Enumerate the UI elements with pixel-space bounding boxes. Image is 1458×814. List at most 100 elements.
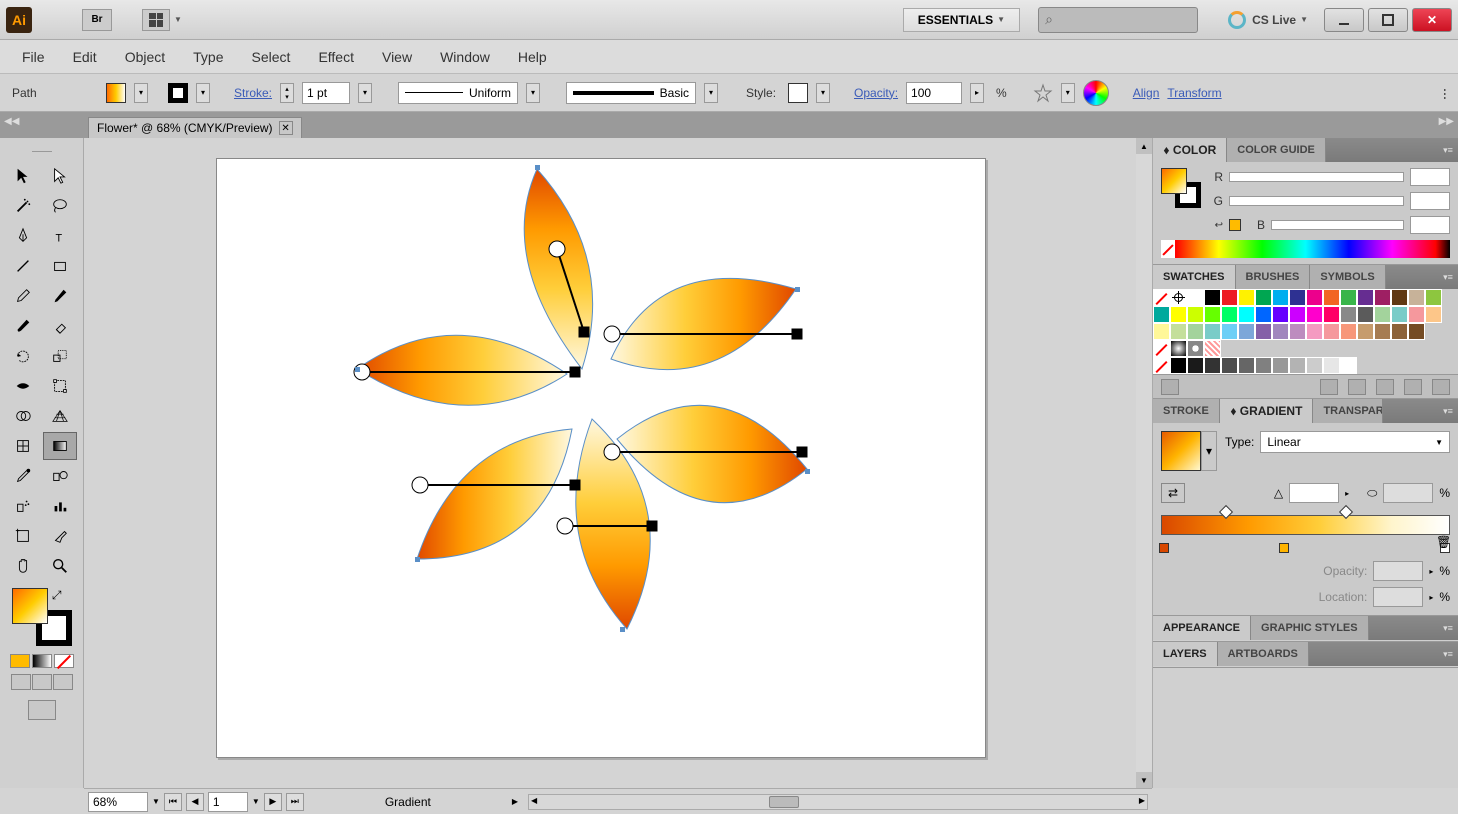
tab-artboards[interactable]: ARTBOARDS: [1218, 642, 1309, 666]
profile-dropdown[interactable]: Uniform: [398, 82, 518, 104]
swatch[interactable]: [1425, 289, 1442, 306]
aspect-input[interactable]: [1383, 483, 1433, 503]
tab-layers[interactable]: LAYERS: [1153, 642, 1218, 666]
swatch[interactable]: [1255, 306, 1272, 323]
swatch[interactable]: [1272, 323, 1289, 340]
stroke-weight-input[interactable]: 1 pt: [302, 82, 350, 104]
swatch[interactable]: [1357, 306, 1374, 323]
swatch[interactable]: [1357, 323, 1374, 340]
gradient-stop[interactable]: [1279, 543, 1291, 557]
brush-dropdown[interactable]: Basic: [566, 82, 696, 104]
swatch[interactable]: [1323, 306, 1340, 323]
tab-color-guide[interactable]: COLOR GUIDE: [1227, 138, 1326, 162]
first-artboard-button[interactable]: ⏮: [164, 793, 182, 811]
panel-menu-button[interactable]: ▾≡: [1438, 399, 1458, 423]
menu-edit[interactable]: Edit: [59, 43, 111, 71]
swatch[interactable]: [1391, 306, 1408, 323]
search-input[interactable]: ⌕: [1038, 7, 1198, 33]
opacity-input[interactable]: 100: [906, 82, 962, 104]
menu-file[interactable]: File: [8, 43, 59, 71]
tab-symbols[interactable]: SYMBOLS: [1310, 265, 1385, 289]
tab-transparency[interactable]: TRANSPARENCY: [1313, 399, 1383, 423]
fill-color[interactable]: [12, 588, 48, 624]
swatch[interactable]: [1408, 323, 1425, 340]
horizontal-scrollbar[interactable]: ◀ ▶: [528, 794, 1148, 810]
scroll-up-button[interactable]: ▲: [1136, 138, 1152, 154]
stroke-weight-dropdown[interactable]: ▾: [358, 83, 372, 103]
swatch[interactable]: [1153, 306, 1170, 323]
color-mode-solid[interactable]: [10, 654, 30, 668]
swap-fill-stroke-icon[interactable]: ⤢: [52, 588, 62, 603]
pencil-tool[interactable]: [43, 282, 77, 310]
prev-artboard-button[interactable]: ◀: [186, 793, 204, 811]
tab-graphic-styles[interactable]: GRAPHIC STYLES: [1251, 616, 1369, 640]
screen-mode-button[interactable]: [28, 700, 56, 720]
shape-builder-tool[interactable]: [6, 402, 40, 430]
column-graph-tool[interactable]: [43, 492, 77, 520]
canvas-area[interactable]: ▲ ▼: [84, 138, 1152, 788]
eyedropper-tool[interactable]: [6, 462, 40, 490]
mesh-tool[interactable]: [6, 432, 40, 460]
fill-stroke-widget[interactable]: ⤢: [12, 588, 72, 646]
swatch[interactable]: [1391, 323, 1408, 340]
panel-grip[interactable]: [2, 146, 81, 156]
artboard-dropdown[interactable]: ▼: [252, 797, 260, 806]
tab-swatches[interactable]: SWATCHES: [1153, 265, 1236, 289]
color-spectrum[interactable]: [1161, 240, 1450, 258]
direct-selection-tool[interactable]: [43, 162, 77, 190]
swatch[interactable]: [1306, 289, 1323, 306]
swatch[interactable]: [1272, 357, 1289, 374]
minimize-button[interactable]: [1324, 8, 1364, 32]
stroke-dropdown[interactable]: ▾: [196, 83, 210, 103]
swatch[interactable]: [1272, 289, 1289, 306]
panel-menu-button[interactable]: ▾≡: [1438, 138, 1458, 162]
swatch[interactable]: [1238, 306, 1255, 323]
swatch[interactable]: [1221, 306, 1238, 323]
color-mode-gradient[interactable]: [32, 654, 52, 668]
swatch[interactable]: [1221, 323, 1238, 340]
swatch[interactable]: [1340, 323, 1357, 340]
workspace-switcher[interactable]: ESSENTIALS ▼: [903, 8, 1020, 32]
rectangle-tool[interactable]: [43, 252, 77, 280]
swatch[interactable]: [1306, 357, 1323, 374]
stepper-icon[interactable]: ▸: [1429, 567, 1433, 576]
panel-menu-button[interactable]: ▾≡: [1438, 616, 1458, 640]
scale-tool[interactable]: [43, 342, 77, 370]
next-artboard-button[interactable]: ▶: [264, 793, 282, 811]
angle-input[interactable]: [1289, 483, 1339, 503]
scroll-left-button[interactable]: ◀: [531, 796, 537, 805]
menu-effect[interactable]: Effect: [304, 43, 368, 71]
new-swatch-button[interactable]: [1404, 379, 1422, 395]
stepper-icon[interactable]: ▸: [1429, 593, 1433, 602]
collapse-panel-arrow[interactable]: ◀◀: [4, 116, 19, 127]
swatch[interactable]: [1425, 306, 1442, 323]
last-artboard-button[interactable]: ⏭: [286, 793, 304, 811]
none-swatch[interactable]: [1161, 240, 1175, 258]
control-bar-menu[interactable]: ⋯: [1438, 88, 1452, 98]
style-dropdown[interactable]: ▾: [816, 83, 830, 103]
style-swatch[interactable]: [788, 83, 808, 103]
swatch[interactable]: [1340, 357, 1357, 374]
color-mode-none[interactable]: [54, 654, 74, 668]
swatch[interactable]: [1255, 357, 1272, 374]
maximize-button[interactable]: [1368, 8, 1408, 32]
swatch[interactable]: [1238, 323, 1255, 340]
swatch[interactable]: [1255, 289, 1272, 306]
fill-swatch[interactable]: [106, 83, 126, 103]
tab-gradient[interactable]: ◆GRADIENT: [1220, 399, 1314, 423]
tab-color[interactable]: ◆COLOR: [1153, 138, 1227, 162]
swatch[interactable]: [1221, 357, 1238, 374]
tab-stroke[interactable]: STROKE: [1153, 399, 1220, 423]
gradient-tool[interactable]: [43, 432, 77, 460]
swatch[interactable]: [1238, 289, 1255, 306]
blend-tool[interactable]: [43, 462, 77, 490]
swatch[interactable]: [1289, 289, 1306, 306]
swatch[interactable]: [1204, 306, 1221, 323]
stepper-icon[interactable]: ▸: [1345, 489, 1349, 498]
swatch[interactable]: [1272, 306, 1289, 323]
menu-object[interactable]: Object: [111, 43, 179, 71]
bridge-button[interactable]: Br: [82, 9, 112, 31]
type-tool[interactable]: T: [43, 222, 77, 250]
perspective-grid-tool[interactable]: [43, 402, 77, 430]
swatch[interactable]: [1323, 323, 1340, 340]
